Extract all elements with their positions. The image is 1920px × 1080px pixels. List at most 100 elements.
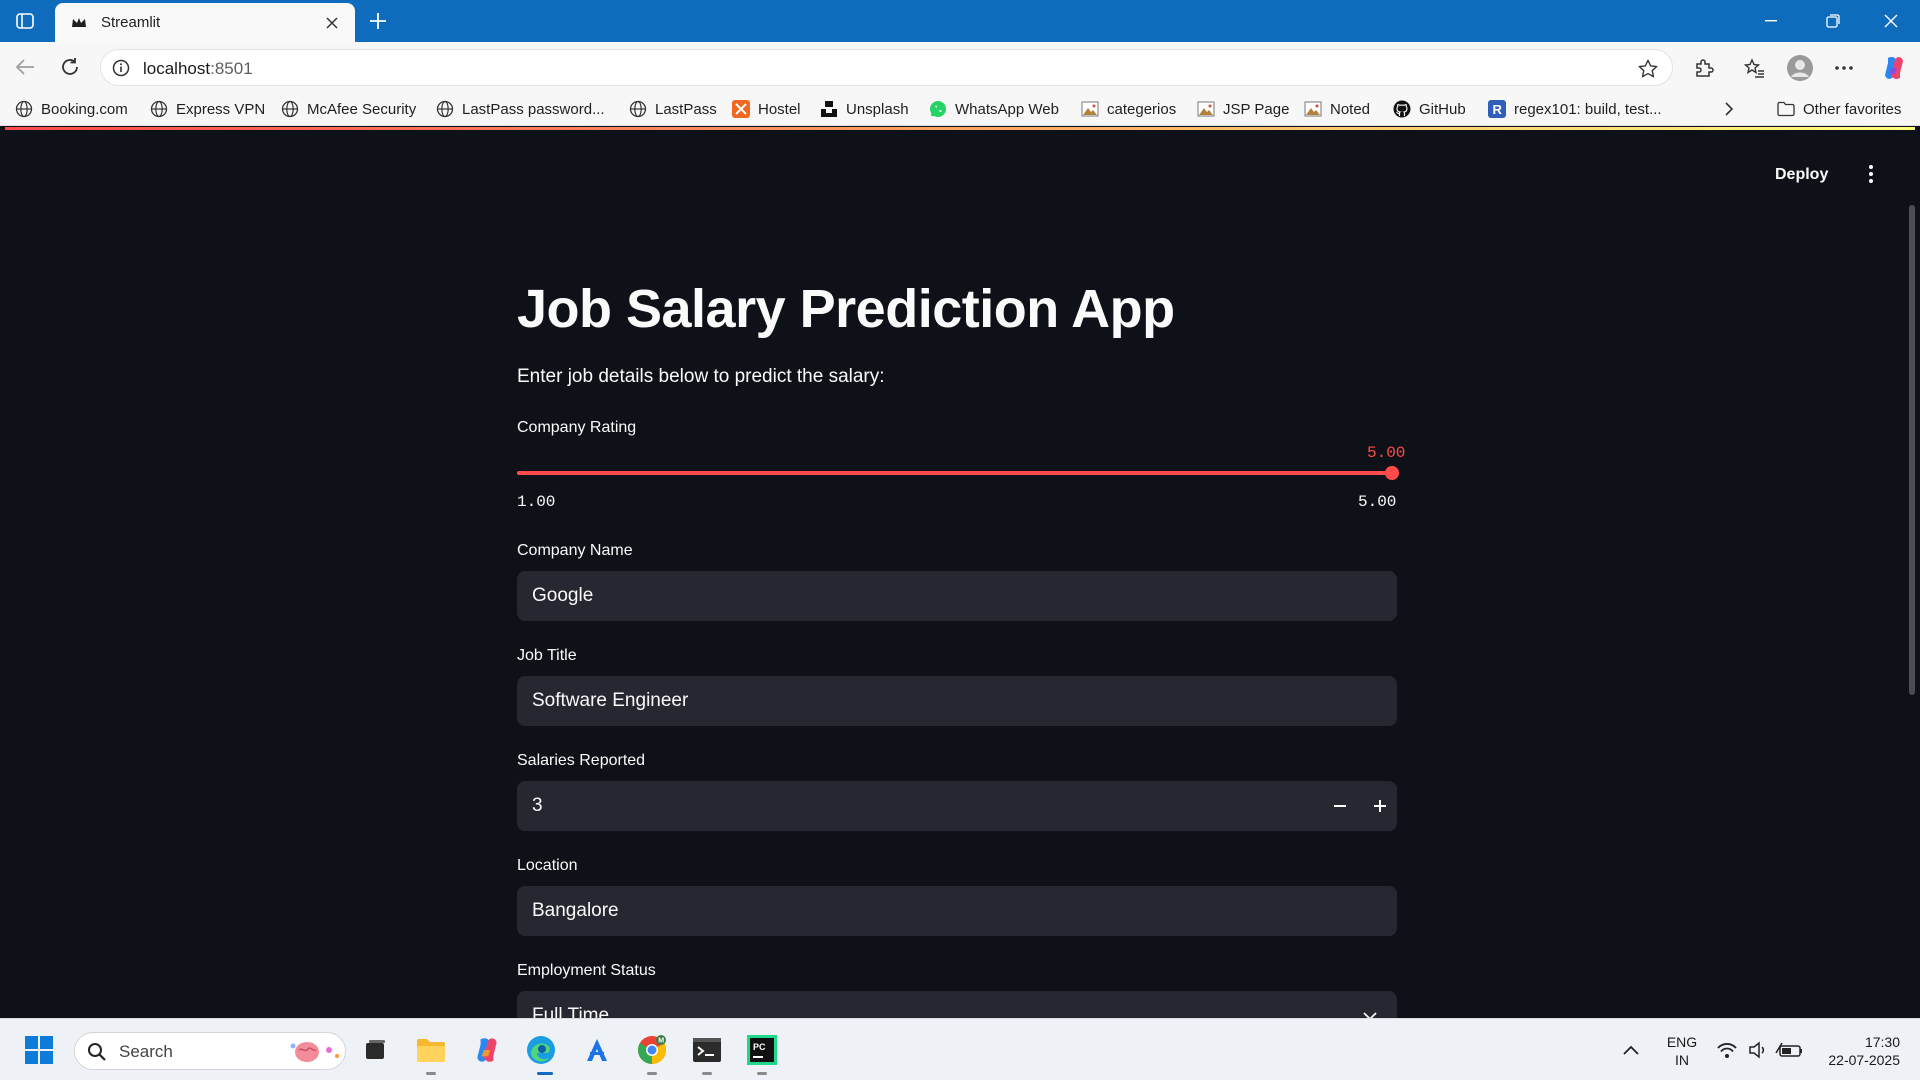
bookmark-regex101[interactable]: R regex101: build, test... (1487, 98, 1662, 120)
profile-avatar-icon[interactable] (1786, 54, 1814, 82)
increment-plus-icon[interactable] (1365, 791, 1395, 821)
taskbar-search[interactable]: Search (74, 1032, 346, 1070)
copilot-icon[interactable] (1880, 54, 1908, 82)
streamlit-app: Deploy Job Salary Prediction App Enter j… (5, 130, 1915, 1018)
site-info-icon[interactable] (111, 58, 131, 78)
bookmark-booking[interactable]: Booking.com (14, 98, 128, 120)
bookmark-jsp-page[interactable]: JSP Page (1196, 98, 1289, 120)
search-icon (87, 1042, 107, 1062)
bookmark-label: McAfee Security (307, 100, 417, 118)
image-icon (1196, 100, 1215, 119)
close-tab-icon[interactable] (321, 12, 343, 34)
new-tab-button[interactable] (364, 7, 392, 35)
job-title-value: Software Engineer (532, 690, 689, 711)
globe-icon (628, 100, 647, 119)
main-menu-icon[interactable] (1859, 162, 1883, 186)
running-indicator (426, 1072, 436, 1075)
globe-icon (14, 100, 33, 119)
slider-max-label: 5.00 (1358, 493, 1397, 511)
close-window-icon[interactable] (1868, 7, 1914, 35)
url-text: localhost:8501 (143, 59, 253, 79)
running-indicator (647, 1072, 657, 1075)
bookmark-label: Hostel (758, 100, 801, 118)
chevron-down-icon[interactable] (1355, 1001, 1385, 1018)
active-indicator (537, 1072, 553, 1075)
other-favorites-label: Other favorites (1803, 100, 1902, 118)
bookmark-label: Noted (1330, 100, 1371, 118)
employment-status-value: Full Time (532, 1005, 610, 1018)
decrement-minus-icon[interactable] (1325, 791, 1355, 821)
back-arrow-icon[interactable] (10, 52, 40, 82)
company-rating-slider-track[interactable] (517, 471, 1397, 475)
whatsapp-icon (928, 100, 947, 119)
employment-status-label: Employment Status (517, 962, 656, 979)
bookmark-categerios[interactable]: categerios (1080, 98, 1176, 120)
restore-window-icon[interactable] (1810, 7, 1856, 35)
image-icon (1303, 100, 1322, 119)
employment-status-select[interactable]: Full Time (517, 991, 1397, 1018)
salaries-reported-input[interactable]: 3 (517, 781, 1397, 831)
slider-current-value: 5.00 (1367, 444, 1406, 462)
svg-text:M: M (658, 1038, 664, 1045)
bookmark-lastpass-password[interactable]: LastPass password... (435, 98, 605, 120)
bookmark-unsplash[interactable]: Unsplash (819, 98, 909, 120)
chrome-icon[interactable]: M (633, 1031, 671, 1069)
bookmark-hostel[interactable]: Hostel (731, 98, 801, 120)
browser-tab-streamlit[interactable]: Streamlit (55, 3, 355, 42)
bookmark-noted[interactable]: Noted (1303, 98, 1370, 120)
region-code: IN (1675, 1052, 1689, 1068)
company-rating-slider-thumb[interactable] (1385, 466, 1399, 480)
running-indicator (757, 1072, 767, 1075)
bookmark-express-vpn[interactable]: Express VPN (149, 98, 265, 120)
task-view-icon[interactable] (356, 1031, 394, 1069)
terminal-icon[interactable] (688, 1031, 726, 1069)
url-port: :8501 (210, 59, 253, 78)
extensions-puzzle-icon[interactable] (1690, 54, 1718, 82)
url-host: localhost (143, 59, 211, 78)
job-title-input[interactable]: Software Engineer (517, 676, 1397, 726)
favorites-list-icon[interactable] (1740, 54, 1768, 82)
svg-text:R: R (1492, 102, 1502, 117)
page-scrollbar[interactable] (1909, 205, 1915, 695)
chevron-right-icon[interactable] (1717, 98, 1741, 120)
bookmark-whatsapp[interactable]: WhatsApp Web (928, 98, 1059, 120)
bookmark-label: WhatsApp Web (955, 100, 1059, 118)
settings-more-icon[interactable] (1830, 54, 1858, 82)
language-indicator[interactable]: ENG IN (1660, 1033, 1704, 1069)
reload-icon[interactable] (55, 52, 85, 82)
bookmarks-bar: Booking.com Express VPN McAfee Security … (0, 93, 1920, 126)
github-icon (1392, 100, 1411, 119)
edge-browser-icon[interactable] (522, 1031, 560, 1069)
bookmark-lastpass[interactable]: LastPass (628, 98, 717, 120)
image-icon (1080, 100, 1099, 119)
globe-icon (149, 100, 168, 119)
favorite-star-icon[interactable] (1636, 57, 1660, 81)
other-favorites[interactable]: Other favorites (1776, 98, 1901, 120)
svg-text:PC: PC (753, 1042, 766, 1052)
company-rating-label: Company Rating (517, 419, 637, 436)
salaries-reported-label: Salaries Reported (517, 752, 646, 769)
folder-icon (1776, 100, 1795, 119)
location-input[interactable]: Bangalore (517, 886, 1397, 936)
address-bar[interactable]: localhost:8501 (100, 49, 1673, 86)
copilot-app-icon[interactable] (468, 1031, 506, 1069)
job-title-label: Job Title (517, 647, 577, 664)
company-name-input[interactable]: Google (517, 571, 1397, 621)
company-name-label: Company Name (517, 542, 633, 559)
page-title: Job Salary Prediction App (517, 279, 1175, 339)
clock[interactable]: 17:30 22-07-2025 (1808, 1033, 1900, 1069)
app-store-icon[interactable] (578, 1031, 616, 1069)
system-tray-status[interactable] (1708, 1031, 1812, 1069)
file-explorer-icon[interactable] (412, 1031, 450, 1069)
windows-start-icon[interactable] (20, 1031, 58, 1069)
salaries-reported-value: 3 (532, 795, 543, 816)
bookmark-github[interactable]: GitHub (1392, 98, 1466, 120)
minimize-window-icon[interactable] (1748, 7, 1794, 35)
deploy-button[interactable]: Deploy (1775, 166, 1828, 184)
show-hidden-icons-chevron-up-icon[interactable] (1612, 1031, 1650, 1069)
bookmark-label: Booking.com (41, 100, 128, 118)
search-highlight-brain-icon (287, 1038, 343, 1066)
tab-actions-icon[interactable] (12, 9, 38, 33)
bookmark-mcafee[interactable]: McAfee Security (280, 98, 416, 120)
pycharm-icon[interactable]: PC (743, 1031, 781, 1069)
